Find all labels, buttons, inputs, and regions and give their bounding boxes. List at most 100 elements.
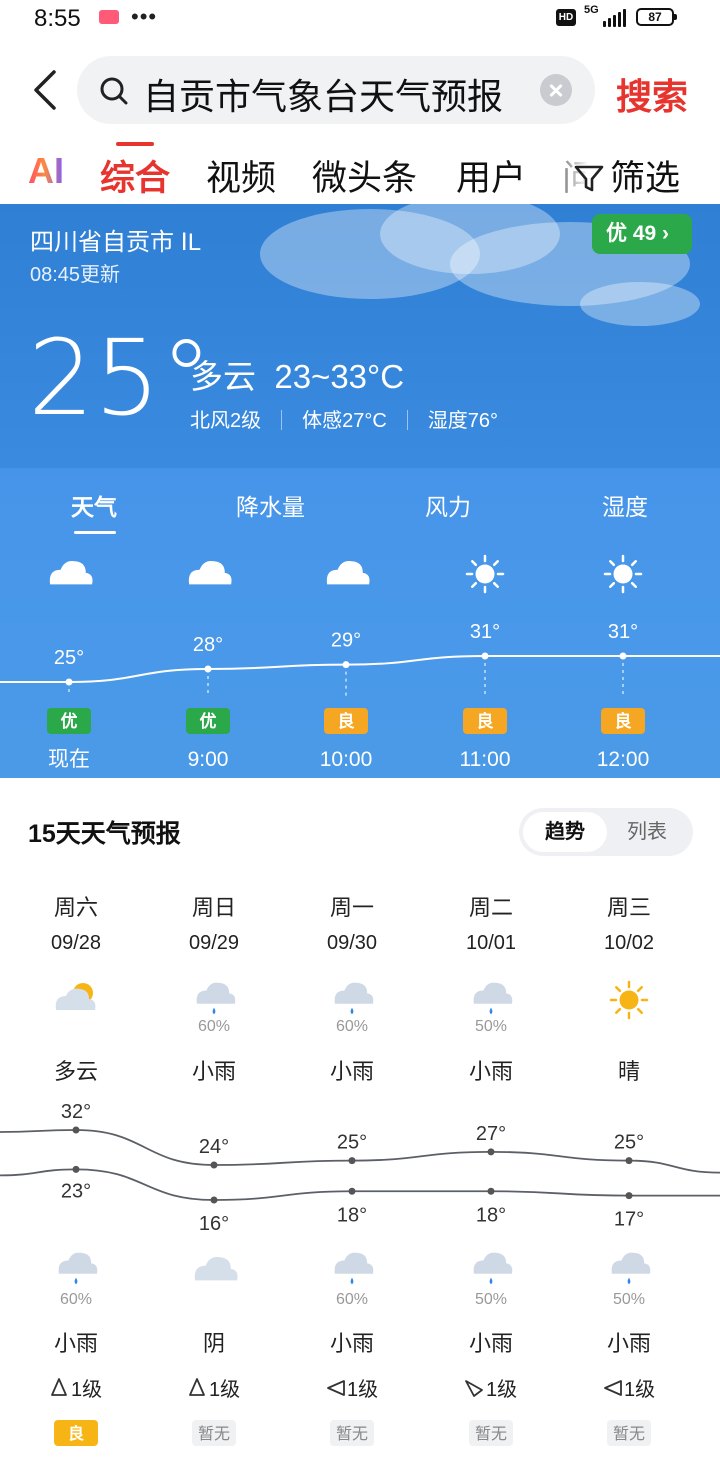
tab-comprehensive[interactable]: 综合: [100, 150, 170, 201]
chevron-left-icon: [34, 70, 56, 110]
high-temp-point: [72, 1126, 80, 1134]
wind-level: 1级: [209, 1378, 240, 1401]
hourly-temp-label: 29°: [331, 630, 361, 652]
subtab-precipitation[interactable]: 降水量: [236, 488, 305, 522]
wind-level: 1级: [71, 1378, 102, 1401]
clear-search-icon[interactable]: [540, 74, 572, 106]
cloud-icon: [188, 560, 232, 585]
forecast-weekday: 周一: [330, 895, 374, 920]
hourly-time: 现在: [48, 748, 90, 771]
status-bar: 8:55 ••• HD 5G 87: [0, 0, 720, 40]
forecast-weekday: 周日: [192, 895, 236, 920]
tab-video[interactable]: 视频: [206, 150, 276, 201]
tab-micro-headline[interactable]: 微头条: [312, 150, 417, 201]
low-temp-label: 18°: [337, 1204, 367, 1226]
location-label[interactable]: 四川省自贡市 ⅠL: [30, 222, 201, 257]
hourly-item[interactable]: 29° 良 10:00: [320, 560, 373, 771]
day-precip-probability: 60%: [198, 1018, 230, 1035]
hourly-time: 12:00: [597, 748, 650, 771]
status-time: 8:55: [34, 5, 81, 32]
cloud-body: [326, 560, 370, 585]
rain-icon: [58, 1252, 98, 1285]
sun-ray: [492, 581, 499, 588]
active-tab-indicator: [116, 142, 154, 146]
hourly-aqi-label: 良: [338, 711, 355, 731]
forecast-weekday: 周六: [54, 895, 98, 920]
chevron-right-icon: ›: [662, 222, 670, 245]
wind-arrow: [465, 1380, 483, 1397]
aqi-label: 暂无: [198, 1425, 230, 1443]
hourly-temp-point: [204, 665, 212, 673]
east-wind-icon: [604, 1380, 622, 1396]
weather-card[interactable]: 四川省自贡市 ⅠL 08:45更新 优 49 › 25° 多云 23~33°C …: [0, 204, 720, 778]
hourly-temp-point: [65, 678, 73, 686]
hourly-item[interactable]: 31° 良 11:00: [460, 554, 511, 771]
search-input[interactable]: 自贡市气象台天气预报: [77, 56, 595, 124]
high-temp-point: [210, 1161, 218, 1169]
cloud-icon: [49, 560, 93, 585]
signal-icon: [603, 9, 627, 27]
subtab-indicator: [74, 531, 116, 534]
filter-button[interactable]: 筛选: [572, 150, 680, 201]
sun-icon: [465, 554, 505, 594]
sun-ray: [471, 560, 478, 567]
trend-view-button[interactable]: 趋势: [523, 812, 607, 852]
night-precip-probability: 60%: [336, 1291, 368, 1308]
rain-drop: [212, 1007, 216, 1015]
forecast-date: 10/02: [604, 932, 654, 954]
night-precip-probability: 60%: [60, 1291, 92, 1308]
low-temp-point: [210, 1196, 218, 1204]
search-button[interactable]: 搜索: [616, 68, 688, 120]
wind-level: 1级: [624, 1378, 655, 1401]
hourly-temp-point: [481, 652, 489, 660]
search-query[interactable]: 自贡市气象台天气预报: [143, 68, 503, 120]
aqi-label: 暂无: [336, 1425, 368, 1443]
hourly-temp-point: [619, 652, 627, 660]
sun-core: [475, 564, 495, 584]
aqi-label: 良: [68, 1424, 84, 1443]
sun-ray: [492, 560, 499, 567]
ai-tab[interactable]: AI: [28, 150, 64, 192]
forecast-day-column[interactable]: 周二 10/01 50% 小雨 27° 18° 50% 小雨 1级暂无: [465, 895, 517, 1446]
rain-drop: [350, 1007, 354, 1015]
hourly-aqi-label: 良: [477, 711, 494, 731]
forecast-title: 15天天气预报: [28, 820, 181, 848]
cloud-body: [334, 982, 374, 1004]
cloud-body: [334, 1252, 374, 1274]
hourly-item[interactable]: 25° 优现在: [47, 560, 93, 771]
hourly-time: 9:00: [188, 748, 229, 771]
subtab-humidity[interactable]: 湿度: [602, 488, 648, 522]
forecast-date: 09/28: [51, 932, 101, 954]
partly-cloudy-icon: [55, 983, 96, 1010]
hourly-item[interactable]: 31° 良 12:00: [597, 554, 650, 771]
daily-forecast: 周六 09/28 多云 32° 23° 60% 小雨 1级良 周日 09/29 60% 小雨 24° 16…: [0, 895, 720, 1446]
back-button[interactable]: [28, 68, 64, 112]
high-temp-label: 24°: [199, 1136, 229, 1158]
tab-users[interactable]: 用户: [456, 150, 526, 201]
night-condition: 小雨: [54, 1331, 98, 1356]
hourly-temp-label: 31°: [470, 621, 500, 643]
forecast-day-column[interactable]: 周三 10/02 晴 25° 17° 50% 小雨 1级暂无: [604, 895, 655, 1446]
sun-icon: [603, 554, 643, 594]
night-condition: 小雨: [330, 1331, 374, 1356]
forecast-day-column[interactable]: 周日 09/29 60% 小雨 24° 16° 阴 1级暂无: [189, 895, 240, 1446]
cloud-body: [58, 1252, 98, 1274]
hourly-temp-label: 31°: [608, 621, 638, 643]
humidity: 湿度76°: [427, 410, 499, 432]
wind-info: 北风2级: [190, 410, 262, 432]
north-wind-icon: [189, 1378, 205, 1396]
cloud-body: [196, 982, 236, 1004]
forecast-day-column[interactable]: 周一 09/30 60% 小雨 25° 18° 60% 小雨 1级暂无: [327, 895, 378, 1446]
list-view-button[interactable]: 列表: [605, 812, 689, 852]
hourly-item[interactable]: 28° 优 9:00: [186, 560, 232, 771]
subtab-weather[interactable]: 天气: [71, 488, 117, 522]
weather-details: 北风2级 体感27°C 湿度76°: [190, 404, 498, 433]
rain-icon: [334, 982, 374, 1015]
day-condition: 晴: [618, 1059, 640, 1084]
sun-ray: [471, 581, 478, 588]
day-condition: 小雨: [192, 1059, 236, 1084]
aqi-badge[interactable]: 优 49 ›: [592, 214, 692, 254]
low-temp-point: [72, 1165, 80, 1173]
cloud-body: [194, 1256, 238, 1281]
subtab-wind[interactable]: 风力: [425, 488, 471, 522]
